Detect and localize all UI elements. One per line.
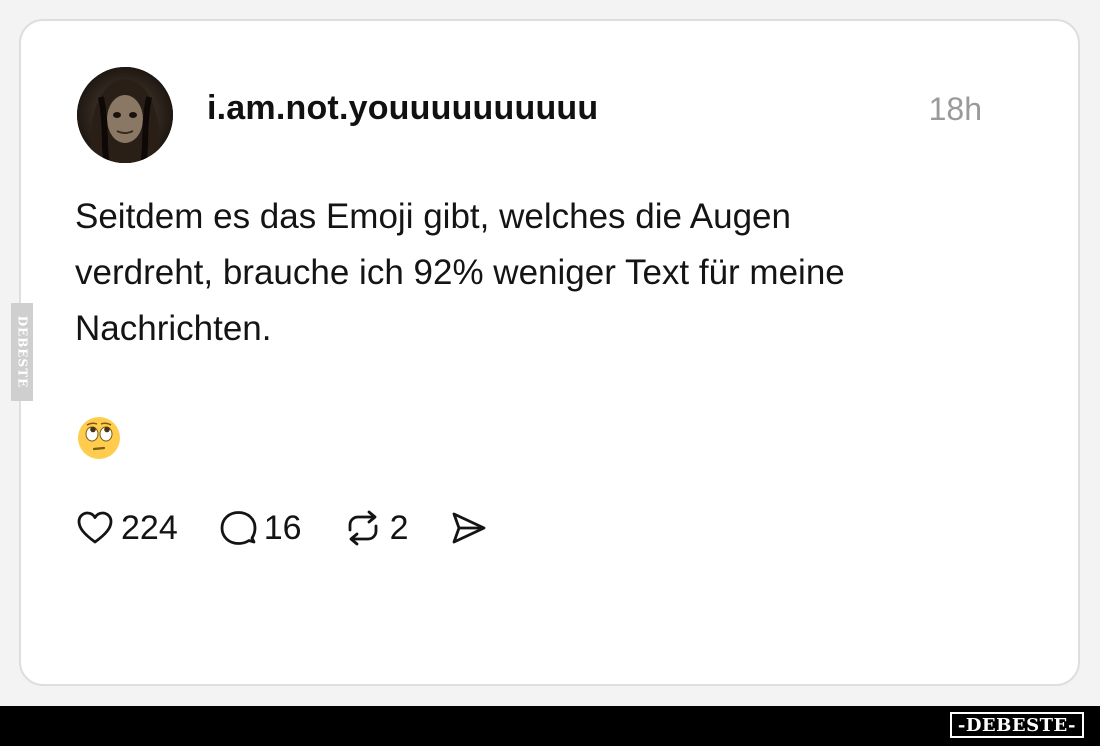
avatar-image [77, 67, 173, 163]
repost-count: 2 [389, 508, 409, 547]
bottom-watermark-bar: -DEBESTE- [0, 706, 1100, 746]
post-text: Seitdem es das Emoji gibt, welches die A… [75, 189, 995, 357]
username[interactable]: i.am.not.youuuuuuuuuu [207, 89, 598, 128]
post-text-line: verdreht, brauche ich 92% weniger Text f… [75, 253, 845, 292]
side-watermark: DEBESTE [11, 303, 33, 401]
post-timestamp: 18h [928, 91, 982, 127]
post-text-line: Nachrichten. [75, 309, 272, 348]
repost-icon [348, 510, 377, 546]
comment-count: 16 [263, 508, 302, 547]
like-button[interactable]: 224 [75, 508, 178, 548]
share-button[interactable] [448, 508, 488, 548]
post-text-line: Seitdem es das Emoji gibt, welches die A… [75, 197, 791, 236]
like-count: 224 [121, 508, 178, 547]
comment-button[interactable]: 16 [218, 508, 302, 548]
repost-button[interactable]: 2 [342, 508, 409, 548]
heart-icon [77, 511, 113, 544]
rolling-eyes-emoji-icon [76, 415, 122, 461]
send-icon [453, 512, 486, 544]
side-watermark-text: DEBESTE [15, 315, 29, 389]
post-card: i.am.not.youuuuuuuuuu 18h Seitdem es das… [19, 19, 1080, 686]
watermark-logo: -DEBESTE- [949, 712, 1084, 738]
comment-bubble-icon [220, 511, 257, 545]
post-actions: 224 16 2 [75, 503, 528, 553]
user-avatar[interactable] [77, 67, 173, 163]
